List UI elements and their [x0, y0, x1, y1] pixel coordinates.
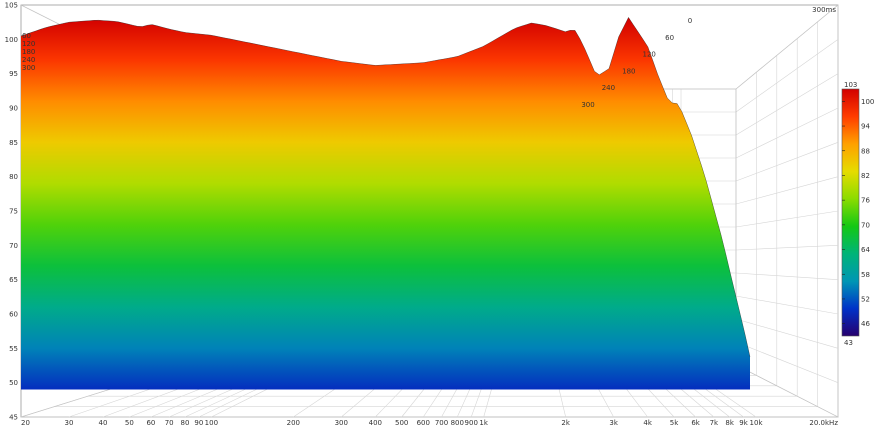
x-tick-label: 3k	[609, 419, 618, 427]
colorbar-tick-label: 82	[861, 172, 870, 180]
time-tick-label: 240	[602, 84, 615, 92]
y-tick-label: 100	[5, 36, 18, 44]
y-tick-label: 55	[9, 345, 18, 353]
time-tick-label: 300	[581, 101, 594, 109]
x-tick-label: 50	[125, 419, 134, 427]
waterfall-slice	[21, 17, 750, 390]
y-tick-label: 85	[9, 139, 18, 147]
colorbar-tick-label: 46	[861, 320, 870, 328]
colorbar-min-label: 43	[844, 339, 853, 347]
x-tick-label: 10k	[750, 419, 764, 427]
y-tick-label: 45	[9, 414, 18, 422]
time-tick-label: 120	[643, 51, 656, 59]
window-length-label: 300ms	[812, 6, 836, 14]
time-left-label: 180	[22, 48, 35, 56]
time-tick-label: 180	[622, 67, 635, 75]
time-left-label: 240	[22, 56, 35, 64]
x-tick-label: 20.0kHz	[809, 419, 838, 427]
waterfall-plot: 20 30 40 50 60 70 80 90 100 200 300 400 500 600 700 800…	[0, 0, 877, 427]
time-tick-label: 60	[665, 34, 674, 42]
x-tick-label: 40	[99, 419, 108, 427]
colorbar-tick-label: 70	[861, 221, 870, 229]
colorbar-tick-label: 94	[861, 123, 870, 131]
y-tick-label: 65	[9, 276, 18, 284]
time-left-label: 120	[22, 40, 35, 48]
y-tick-label: 60	[9, 311, 18, 319]
x-tick-label: 400	[369, 419, 382, 427]
x-tick-label: 2k	[561, 419, 570, 427]
x-tick-label: 20	[21, 419, 30, 427]
x-tick-label: 200	[287, 419, 300, 427]
time-tick-label: 0	[688, 17, 692, 25]
y-tick-label: 95	[9, 70, 18, 78]
x-tick-label: 7k	[710, 419, 719, 427]
y-tick-label: 50	[9, 379, 18, 387]
colorbar-tick-label: 76	[861, 197, 870, 205]
x-tick-label: 100	[205, 419, 218, 427]
time-left-label: 60	[22, 32, 31, 40]
x-tick-label: 300	[335, 419, 348, 427]
x-tick-label: 30	[64, 419, 73, 427]
waterfall-chart: 20 30 40 50 60 70 80 90 100 200 300 400 500 600 700 800…	[0, 0, 877, 427]
x-tick-label: 900	[465, 419, 478, 427]
x-tick-label: 4k	[643, 419, 652, 427]
x-tick-label: 5k	[670, 419, 679, 427]
x-tick-label: 90	[194, 419, 203, 427]
time-left-label: 300	[22, 64, 35, 72]
y-tick-label: 90	[9, 105, 18, 113]
x-tick-label: 9k	[739, 419, 748, 427]
y-tick-label: 75	[9, 208, 18, 216]
x-tick-label: 80	[181, 419, 190, 427]
x-tick-label: 60	[146, 419, 155, 427]
x-tick-label: 600	[417, 419, 430, 427]
x-tick-label: 800	[451, 419, 464, 427]
y-tick-label: 70	[9, 242, 18, 250]
colorbar-tick-label: 58	[861, 271, 870, 279]
colorbar-max-label: 103	[844, 81, 857, 89]
x-tick-label: 500	[395, 419, 408, 427]
x-tick-label: 70	[165, 419, 174, 427]
y-tick-label: 105	[5, 2, 18, 10]
colorbar-tick-label: 100	[861, 98, 874, 106]
x-tick-label: 8k	[725, 419, 734, 427]
colorbar-tick-label: 88	[861, 147, 870, 155]
x-tick-label: 6k	[691, 419, 700, 427]
colorbar-tick-label: 64	[861, 246, 870, 254]
x-tick-label: 700	[435, 419, 448, 427]
x-tick-label: 1k	[479, 419, 488, 427]
y-tick-label: 80	[9, 173, 18, 181]
colorbar-tick-label: 52	[861, 295, 870, 303]
